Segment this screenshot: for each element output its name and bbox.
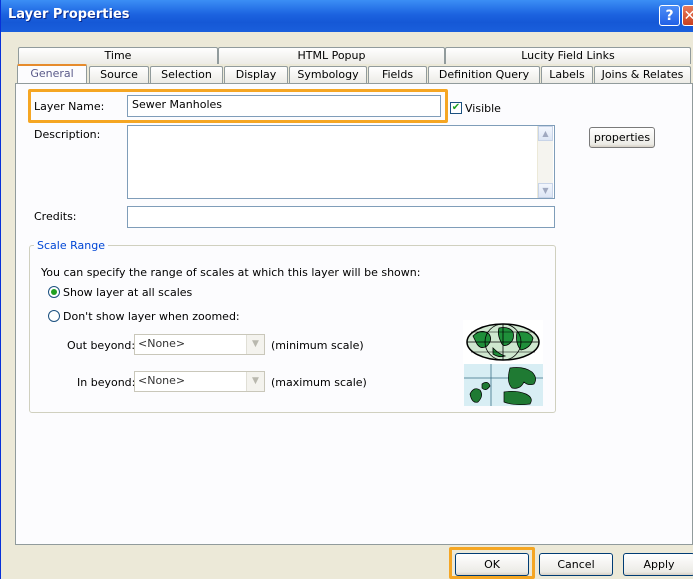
in-beyond-combo[interactable]: <None> ▼ — [134, 371, 265, 392]
credits-label: Credits: — [34, 210, 77, 223]
tab-definition-query[interactable]: Definition Query — [428, 66, 540, 83]
title-bar[interactable]: Layer Properties ? ✕ — [1, 0, 693, 32]
chevron-down-icon[interactable]: ▼ — [246, 372, 264, 391]
in-beyond-label: In beyond: — [77, 376, 136, 389]
radio-selected-dot — [51, 289, 57, 295]
europe-map-icon — [464, 364, 543, 406]
description-textarea[interactable] — [127, 125, 555, 199]
cancel-button[interactable]: Cancel — [539, 553, 613, 576]
visible-label: Visible — [465, 102, 501, 115]
description-label: Description: — [34, 128, 101, 141]
apply-button[interactable]: Apply — [623, 553, 693, 576]
tab-fields[interactable]: Fields — [368, 66, 427, 83]
properties-button[interactable]: properties — [589, 127, 655, 148]
scroll-down-icon[interactable]: ▼ — [538, 183, 553, 198]
in-beyond-value: <None> — [138, 374, 186, 387]
show-all-scales-radio[interactable] — [48, 286, 60, 298]
scale-range-intro: You can specify the range of scales at w… — [41, 266, 421, 279]
tab-joins-relates[interactable]: Joins & Relates — [594, 66, 691, 83]
layer-properties-dialog: Layer Properties ? ✕ Time HTML Popup Luc… — [0, 0, 693, 579]
out-beyond-combo[interactable]: <None> ▼ — [134, 334, 265, 355]
window-title: Layer Properties — [8, 7, 130, 22]
scroll-up-icon[interactable]: ▲ — [538, 126, 553, 141]
description-scrollbar[interactable]: ▲ ▼ — [537, 126, 553, 198]
tab-lucity-field-links[interactable]: Lucity Field Links — [445, 47, 691, 64]
tab-selection[interactable]: Selection — [150, 66, 223, 83]
out-beyond-hint: (minimum scale) — [271, 339, 364, 352]
out-beyond-value: <None> — [138, 337, 186, 350]
show-all-scales-label: Show layer at all scales — [63, 286, 193, 299]
tab-time[interactable]: Time — [18, 47, 218, 64]
tab-html-popup[interactable]: HTML Popup — [218, 47, 445, 64]
dont-show-zoomed-radio[interactable] — [48, 310, 60, 322]
close-icon[interactable]: ✕ — [682, 5, 693, 26]
tab-labels[interactable]: Labels — [541, 66, 593, 83]
layer-name-highlight — [28, 89, 448, 123]
credits-input[interactable] — [127, 206, 555, 228]
chevron-down-icon[interactable]: ▼ — [246, 335, 264, 354]
tab-symbology[interactable]: Symbology — [289, 66, 367, 83]
visible-checkbox[interactable]: ✔ — [450, 102, 462, 114]
out-beyond-label: Out beyond: — [67, 339, 136, 352]
in-beyond-hint: (maximum scale) — [271, 376, 367, 389]
tab-source[interactable]: Source — [89, 66, 149, 83]
scale-range-title: Scale Range — [34, 239, 108, 252]
tab-general[interactable]: General — [17, 64, 87, 83]
dont-show-zoomed-label: Don't show layer when zoomed: — [63, 310, 240, 323]
ok-button-highlight — [449, 547, 535, 579]
world-globe-icon — [463, 320, 543, 364]
tab-display[interactable]: Display — [224, 66, 288, 83]
help-icon[interactable]: ? — [659, 5, 680, 26]
